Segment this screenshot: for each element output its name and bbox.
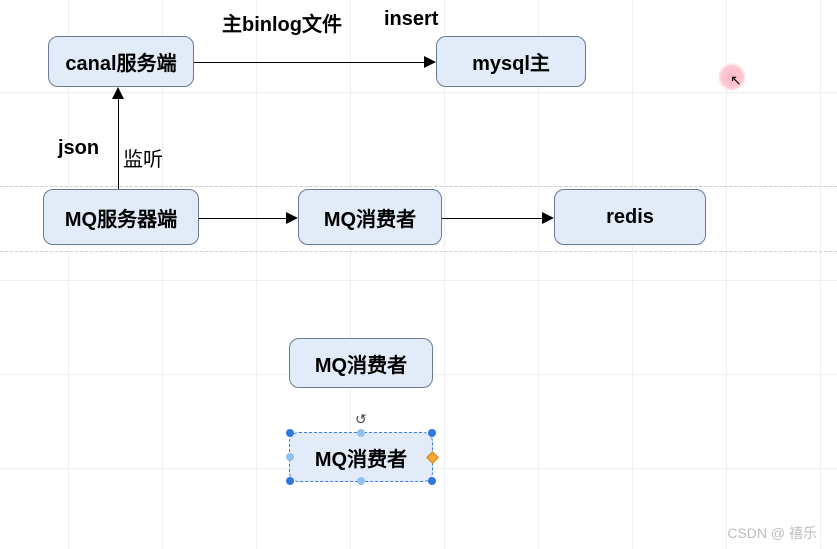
resize-handle-ne[interactable] xyxy=(428,429,436,437)
arrow-head-right-icon xyxy=(286,212,298,224)
node-label: mysql主 xyxy=(472,47,550,76)
connector-handle-e[interactable] xyxy=(426,451,439,464)
node-label: MQ消费者 xyxy=(315,443,407,472)
resize-handle-w[interactable] xyxy=(286,453,294,461)
node-label: MQ服务器端 xyxy=(65,203,177,232)
edge-label-insert: insert xyxy=(384,8,438,31)
resize-handle-sw[interactable] xyxy=(286,477,294,485)
resize-handle-n[interactable] xyxy=(357,429,365,437)
edge-label-json: json xyxy=(58,137,99,160)
edge-mqserver-mqconsumer xyxy=(199,218,286,219)
rotate-handle-icon[interactable]: ↻ xyxy=(355,411,367,428)
resize-handle-nw[interactable] xyxy=(286,429,294,437)
edge-mqserver-canal xyxy=(118,99,119,189)
resize-handle-s[interactable] xyxy=(357,477,365,485)
diagram-canvas[interactable]: ↖ 主binlog文件 insert canal服务端 mysql主 json … xyxy=(0,0,837,549)
arrow-head-up-icon xyxy=(112,87,124,99)
node-mq-consumer[interactable]: MQ消费者 xyxy=(298,189,442,245)
arrow-head-right-icon xyxy=(424,56,436,68)
edge-canal-mysql xyxy=(194,62,424,63)
guide-line xyxy=(0,186,837,187)
cursor-pointer: ↖ xyxy=(730,72,742,89)
watermark: CSDN @ 禧乐 xyxy=(727,523,817,543)
node-mq-consumer-2[interactable]: MQ消费者 xyxy=(289,338,433,388)
arrow-head-right-icon xyxy=(542,212,554,224)
edge-label-binlog: 主binlog文件 xyxy=(222,8,342,37)
node-mysql[interactable]: mysql主 xyxy=(436,36,586,87)
node-label: canal服务端 xyxy=(65,47,176,76)
edge-label-listen: 监听 xyxy=(123,143,163,172)
node-mq-server[interactable]: MQ服务器端 xyxy=(43,189,199,245)
node-label: MQ消费者 xyxy=(324,203,416,232)
node-redis[interactable]: redis xyxy=(554,189,706,245)
node-canal[interactable]: canal服务端 xyxy=(48,36,194,87)
edge-mqconsumer-redis xyxy=(442,218,542,219)
node-label: redis xyxy=(606,206,654,229)
node-label: MQ消费者 xyxy=(315,349,407,378)
guide-line xyxy=(0,251,837,252)
resize-handle-se[interactable] xyxy=(428,477,436,485)
node-mq-consumer-3-selected[interactable]: MQ消费者 xyxy=(289,432,433,482)
